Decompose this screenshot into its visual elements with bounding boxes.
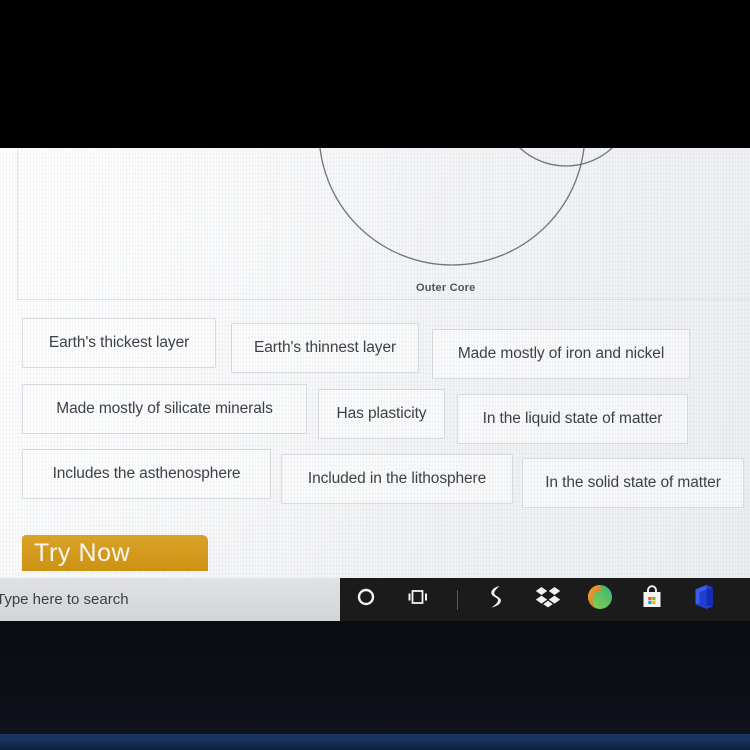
answer-tile-in-the-liquid-state-of-matter[interactable]: In the liquid state of matter (457, 394, 688, 444)
laptop-screen: Outer Core Earth's thickest layer Earth'… (0, 148, 750, 578)
answer-tile-label: Earth's thinnest layer (253, 339, 397, 356)
answer-tile-row: Made mostly of silicate minerals Has pla… (0, 381, 750, 446)
taskbar-search-input[interactable]: Type here to search (0, 578, 340, 621)
taskbar-button-cortana[interactable] (340, 578, 392, 621)
microsoft-edge-icon (587, 584, 613, 615)
circle-ring-icon (356, 587, 376, 612)
bezel-bottom-strip (0, 734, 750, 750)
taskbar-button-task-view[interactable] (392, 578, 444, 621)
taskbar-button-bolt-app[interactable] (470, 578, 522, 621)
answer-tiles: Earth's thickest layer Earth's thinnest … (0, 316, 750, 511)
answer-tile-in-the-solid-state-of-matter[interactable]: In the solid state of matter (522, 458, 744, 508)
answer-tile-row: Includes the asthenosphere Included in t… (0, 446, 750, 511)
answer-tile-label: Includes the asthenosphere (52, 465, 241, 482)
answer-tile-label: In the liquid state of matter (482, 410, 663, 427)
taskbar-button-microsoft-store[interactable] (626, 578, 678, 621)
microsoft-store-icon (640, 585, 664, 614)
answer-tile-included-in-the-lithosphere[interactable]: Included in the lithosphere (281, 454, 513, 504)
taskbar-button-dropbox[interactable] (522, 578, 574, 621)
taskbar-search-placeholder: Type here to search (0, 591, 129, 608)
windows-taskbar: Type here to search (0, 578, 750, 621)
answer-tile-made-mostly-of-iron-and-nickel[interactable]: Made mostly of iron and nickel (432, 329, 690, 379)
microsoft-office-icon (692, 584, 716, 615)
taskbar-button-microsoft-edge[interactable] (574, 578, 626, 621)
answer-tile-label: In the solid state of matter (545, 474, 721, 491)
dropbox-icon (535, 586, 561, 613)
answer-tile-includes-the-asthenosphere[interactable]: Includes the asthenosphere (22, 449, 271, 499)
answer-tile-has-plasticity[interactable]: Has plasticity (318, 389, 445, 439)
diagram-label-outer-core: Outer Core (416, 282, 476, 294)
answer-tile-made-mostly-of-silicate-minerals[interactable]: Made mostly of silicate minerals (22, 384, 307, 434)
outer-core-circle (319, 148, 585, 266)
answer-tile-label: Has plasticity (336, 405, 427, 422)
photo-letterbox-top (0, 0, 750, 148)
try-now-button[interactable]: Try Now (22, 535, 208, 571)
earth-diagram-panel: Outer Core (17, 148, 750, 300)
inner-core-circle (518, 148, 614, 167)
taskbar-icon-strip (340, 578, 730, 621)
answer-tile-row: Earth's thickest layer Earth's thinnest … (0, 316, 750, 381)
answer-tile-label: Earth's thickest layer (48, 334, 190, 351)
answer-tile-earths-thinnest-layer[interactable]: Earth's thinnest layer (231, 323, 419, 373)
taskbar-button-office[interactable] (678, 578, 730, 621)
lightning-bolt-icon (485, 584, 507, 615)
task-view-icon (406, 587, 430, 612)
earth-layers-diagram (319, 148, 614, 266)
taskbar-separator (444, 578, 470, 621)
answer-tile-earths-thickest-layer[interactable]: Earth's thickest layer (22, 318, 216, 368)
try-now-label: Try Now (34, 538, 131, 567)
answer-tile-label: Made mostly of iron and nickel (457, 345, 665, 362)
screenshot-root: Outer Core Earth's thickest layer Earth'… (0, 0, 750, 750)
answer-tile-label: Included in the lithosphere (307, 470, 487, 487)
answer-tile-label: Made mostly of silicate minerals (56, 400, 273, 417)
laptop-bezel: hp (0, 621, 750, 750)
